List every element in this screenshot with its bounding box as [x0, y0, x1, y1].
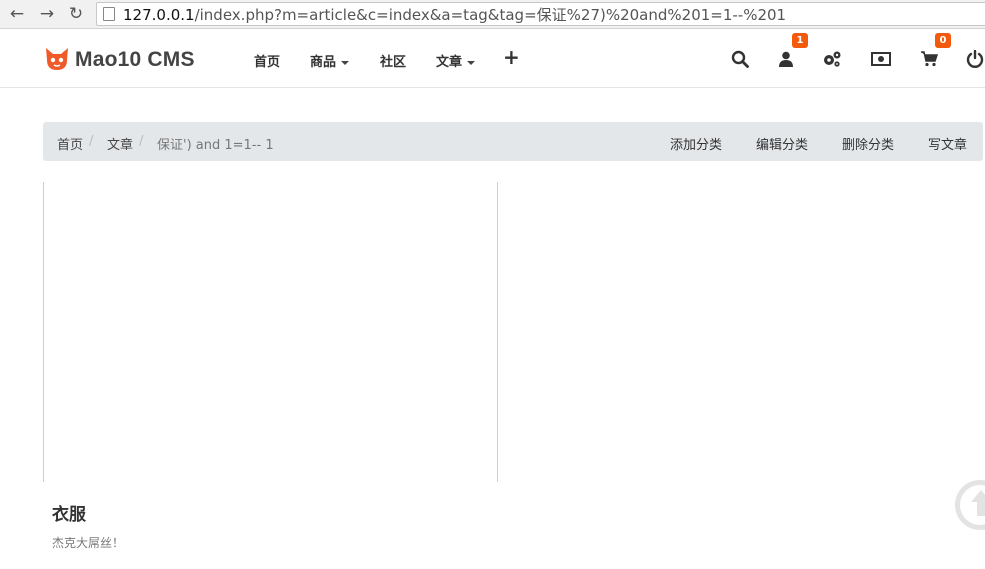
category-description: 杰克大屌丝！: [52, 536, 125, 550]
menu-products[interactable]: 商品: [310, 51, 350, 70]
search-icon[interactable]: [729, 48, 751, 70]
delete-category-link[interactable]: 删除分类: [842, 134, 894, 153]
back-icon[interactable]: ←: [6, 3, 28, 25]
plus-icon[interactable]: +: [503, 45, 520, 69]
write-article-link[interactable]: 写文章: [928, 134, 967, 153]
cart-count-badge: 0: [935, 33, 951, 48]
breadcrumb-separator: /: [139, 134, 144, 149]
caret-down-icon: [467, 60, 476, 65]
address-bar[interactable]: 127.0.0.1/index.php?m=article&c=index&a=…: [96, 2, 985, 26]
cat-logo-icon: [46, 48, 68, 70]
menu-products-label: 商品: [310, 55, 337, 70]
url-path: /index.php?m=article&c=index&a=tag&tag=保…: [194, 5, 787, 24]
breadcrumb-current: 保证') and 1=1-- 1: [157, 138, 274, 153]
breadcrumb-home[interactable]: 首页: [57, 134, 83, 153]
browser-toolbar: ← → ↻ 127.0.0.1/index.php?m=article&c=in…: [0, 0, 985, 29]
url-host: 127.0.0.1: [123, 5, 195, 24]
page-icon: [103, 7, 115, 21]
caret-down-icon: [341, 60, 350, 65]
user-notification-badge: 1: [792, 33, 808, 48]
power-icon[interactable]: [964, 48, 985, 70]
back-to-top-icon[interactable]: [955, 480, 985, 530]
menu-articles-label: 文章: [436, 55, 463, 70]
cart-icon[interactable]: 0: [918, 33, 951, 70]
breadcrumb-articles[interactable]: 文章: [107, 134, 133, 153]
category-image-panel: [43, 182, 498, 482]
breadcrumb: 首页 / 文章 / 保证') and 1=1-- 1 添加分类 编辑分类 删除分…: [43, 122, 983, 161]
user-icon[interactable]: 1: [775, 33, 808, 70]
category-title: 衣服: [52, 505, 86, 525]
forward-icon[interactable]: →: [36, 3, 58, 25]
brand-name[interactable]: Mao10 CMS: [75, 48, 195, 72]
menu-community[interactable]: 社区: [380, 51, 406, 70]
menu-articles[interactable]: 文章: [436, 51, 476, 70]
add-category-link[interactable]: 添加分类: [670, 134, 722, 153]
reload-icon[interactable]: ↻: [65, 3, 87, 25]
money-icon[interactable]: [870, 48, 892, 70]
menu-home-label: 首页: [254, 55, 281, 70]
menu-home[interactable]: 首页: [254, 51, 280, 70]
url-text: 127.0.0.1/index.php?m=article&c=index&a=…: [123, 4, 786, 25]
menu-community-label: 社区: [380, 55, 407, 70]
settings-gears-icon[interactable]: [821, 48, 843, 70]
breadcrumb-separator: /: [89, 134, 94, 149]
edit-category-link[interactable]: 编辑分类: [756, 134, 808, 153]
site-navbar: Mao10 CMS 首页 商品 社区 文章 + 1 0: [0, 30, 985, 88]
